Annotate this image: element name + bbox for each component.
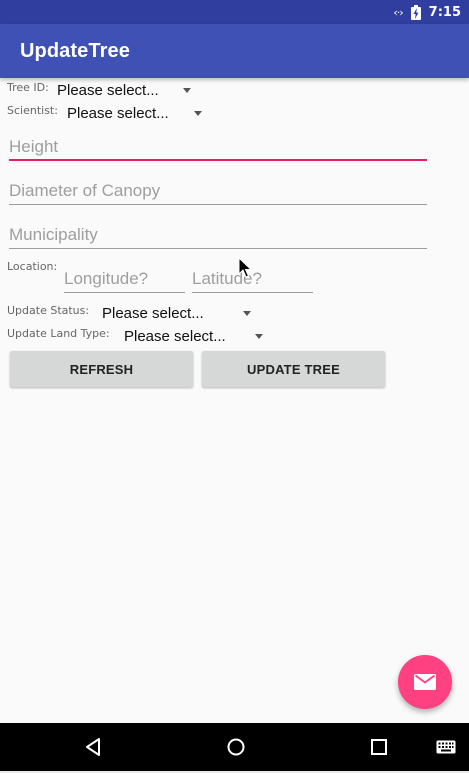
municipality-underline: [9, 248, 427, 249]
update-tree-button[interactable]: UPDATE TREE: [202, 351, 385, 387]
keyboard-icon[interactable]: [436, 738, 456, 756]
status-bar: ‹·› 7:15: [0, 0, 469, 24]
latitude-underline: [192, 292, 313, 293]
device-screen: ‹·› 7:15 UpdateTree Tree ID: Please sele…: [0, 0, 469, 773]
back-triangle-icon[interactable]: [82, 735, 106, 759]
scientist-spinner[interactable]: Please select...: [67, 103, 202, 123]
status-time: 7:15: [428, 4, 461, 20]
height-field[interactable]: [9, 134, 427, 161]
app-title: UpdateTree: [20, 40, 130, 62]
scientist-value: Please select...: [67, 104, 169, 122]
chevron-down-icon: [182, 87, 191, 93]
mouse-cursor-icon: [238, 257, 252, 278]
longitude-underline: [64, 292, 185, 293]
longitude-field[interactable]: [64, 266, 185, 293]
municipality-field[interactable]: [9, 222, 427, 249]
height-underline: [9, 159, 427, 161]
status-icons: ‹·› 7:15: [393, 3, 461, 21]
diameter-underline: [9, 204, 427, 205]
longitude-input[interactable]: [64, 266, 185, 292]
update-land-type-label: Update Land Type:: [7, 327, 110, 340]
mail-icon: [414, 674, 436, 690]
refresh-button[interactable]: REFRESH: [10, 351, 193, 387]
diameter-field[interactable]: [9, 178, 427, 205]
update-status-label: Update Status:: [7, 304, 90, 317]
chevron-down-icon: [254, 333, 263, 339]
location-label: Location:: [7, 260, 58, 273]
tree-id-value: Please select...: [57, 81, 159, 99]
diameter-input[interactable]: [9, 178, 427, 204]
battery-charging-icon: [410, 4, 421, 20]
update-land-type-value: Please select...: [124, 327, 226, 345]
chevron-down-icon: [242, 310, 251, 316]
height-input[interactable]: [9, 134, 427, 160]
tree-id-spinner[interactable]: Please select...: [57, 80, 191, 100]
tree-id-label: Tree ID:: [7, 81, 49, 94]
app-bar: UpdateTree: [0, 24, 469, 78]
latitude-field[interactable]: [192, 266, 313, 293]
navigation-bar: [0, 723, 469, 771]
mail-fab-button[interactable]: [398, 655, 452, 709]
home-circle-icon[interactable]: [224, 735, 248, 759]
data-sync-icon: ‹·›: [393, 5, 403, 19]
scientist-label: Scientist:: [7, 104, 58, 117]
chevron-down-icon: [193, 110, 202, 116]
update-status-spinner[interactable]: Please select...: [102, 303, 251, 323]
recents-square-icon[interactable]: [367, 735, 391, 759]
municipality-input[interactable]: [9, 222, 427, 248]
update-land-type-spinner[interactable]: Please select...: [124, 326, 263, 346]
update-status-value: Please select...: [102, 304, 204, 322]
latitude-input[interactable]: [192, 266, 313, 292]
